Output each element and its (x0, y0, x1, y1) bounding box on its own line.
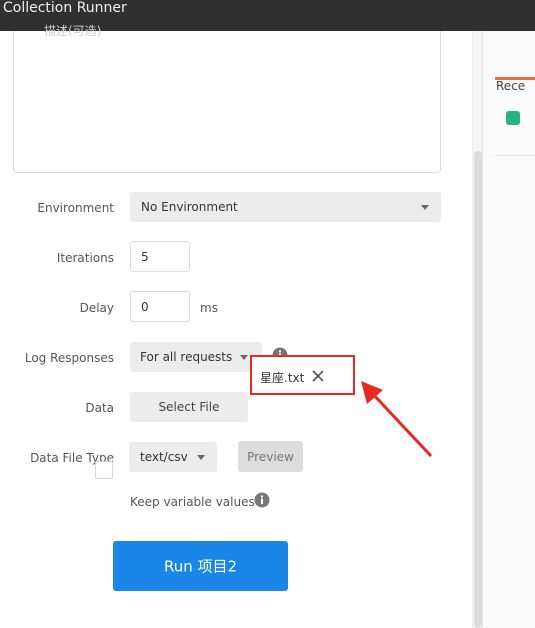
description-placeholder: 描述(可选) (44, 24, 102, 38)
log-responses-select[interactable]: For all requests (130, 342, 262, 372)
tab-recent[interactable]: Rece (496, 79, 525, 93)
preview-button-label: Preview (247, 449, 294, 464)
delay-label: Delay (79, 301, 114, 315)
data-file-type-select[interactable]: text/csv (129, 442, 217, 472)
info-icon[interactable] (254, 492, 270, 508)
select-file-button[interactable]: Select File (130, 392, 248, 422)
selected-file-name: 星座.txt (260, 371, 305, 385)
environment-select-value: No Environment (141, 200, 238, 214)
close-icon[interactable] (312, 370, 324, 382)
run-status-icon (506, 111, 520, 125)
window-title: Collection Runner (3, 0, 127, 16)
run-collection-button[interactable]: Run 项目2 (113, 541, 288, 591)
delay-value: 0 (141, 299, 149, 314)
chevron-down-icon (421, 205, 429, 210)
recent-runs-panel: Rece (482, 31, 535, 628)
log-responses-label: Log Responses (24, 351, 114, 365)
delay-input[interactable]: 0 (130, 291, 190, 322)
preview-button[interactable]: Preview (238, 441, 303, 472)
environment-label: Environment (37, 201, 114, 215)
runner-settings-panel: 描述(可选) Environment No Environment Iterat… (0, 24, 472, 628)
data-file-type-value: text/csv (140, 450, 188, 464)
delay-unit: ms (200, 301, 218, 315)
active-tab-indicator (495, 77, 535, 80)
description-textarea[interactable]: 描述(可选) (13, 24, 441, 173)
iterations-input[interactable]: 5 (130, 241, 190, 272)
scrollbar[interactable] (472, 31, 482, 628)
data-label: Data (85, 401, 114, 415)
chevron-down-icon (197, 455, 205, 460)
selected-file-chip: 星座.txt (250, 355, 355, 395)
keep-variable-values-label: Keep variable values (130, 495, 255, 509)
environment-select[interactable]: No Environment (130, 192, 441, 222)
select-file-button-label: Select File (158, 400, 220, 414)
scrollbar-thumb[interactable] (474, 151, 482, 628)
annotation-arrow-icon (361, 381, 433, 458)
iterations-label: Iterations (56, 251, 114, 265)
divider (495, 155, 535, 156)
keep-variable-values-checkbox[interactable] (95, 461, 113, 479)
log-responses-value: For all requests (140, 350, 233, 364)
iterations-value: 5 (141, 249, 149, 264)
run-button-label: Run 项目2 (163, 557, 238, 576)
chevron-down-icon (240, 355, 248, 360)
